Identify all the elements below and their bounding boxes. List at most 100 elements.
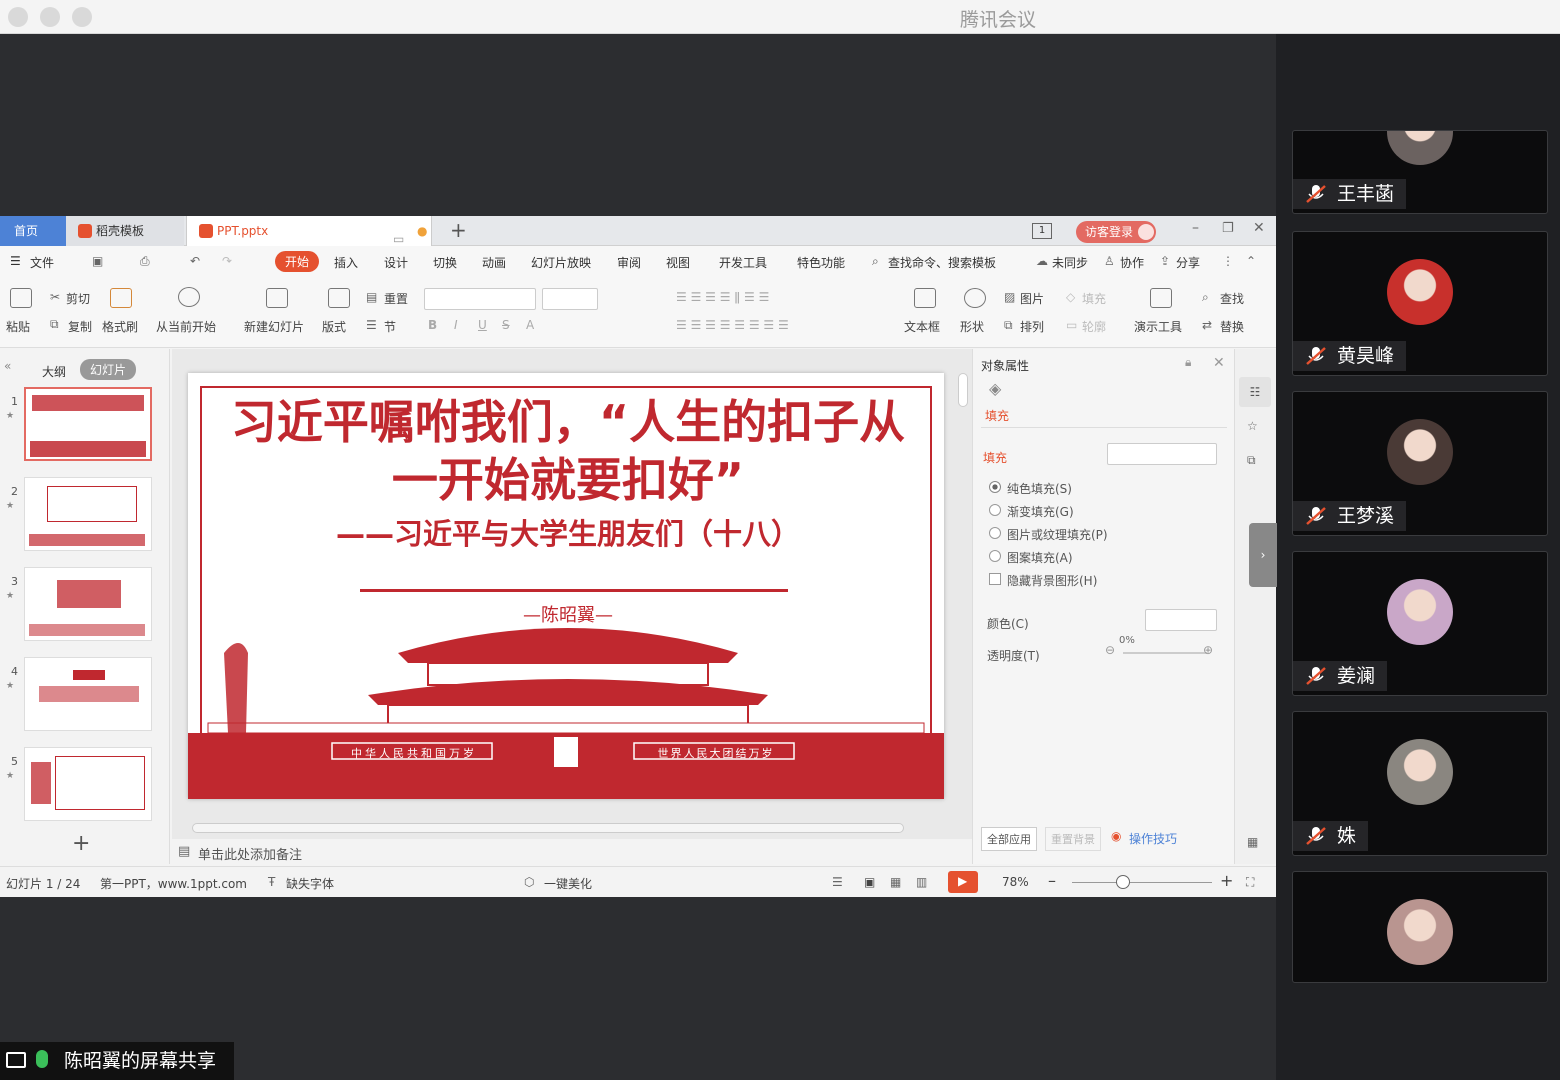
close-panel-icon[interactable]: ✕: [1213, 355, 1225, 371]
tab-outline[interactable]: 大纲: [42, 363, 66, 380]
normal-view-icon[interactable]: ▣: [864, 875, 875, 889]
zoom-in-icon[interactable]: +: [1220, 871, 1233, 890]
font-color-icon[interactable]: A: [526, 318, 534, 332]
add-slide-button[interactable]: +: [72, 831, 90, 856]
menu-design[interactable]: 设计: [384, 254, 408, 271]
collapse-ribbon-icon[interactable]: ⌃: [1246, 254, 1256, 268]
close-window-button[interactable]: [8, 7, 28, 27]
undo-icon[interactable]: ↶: [190, 254, 200, 268]
transparency-slider[interactable]: [1123, 652, 1207, 654]
tab-fill[interactable]: 填充: [985, 407, 1009, 424]
participant-tile[interactable]: 黄昊峰: [1292, 231, 1548, 376]
vertical-scrollbar[interactable]: [958, 373, 968, 407]
lock-icon[interactable]: 🔒︎: [1185, 355, 1191, 370]
guest-login-button[interactable]: 访客登录: [1076, 221, 1156, 243]
picture-button[interactable]: 图片: [1020, 290, 1044, 307]
textbox-icon[interactable]: [914, 288, 936, 308]
slide-thumb-5[interactable]: [24, 747, 152, 821]
slide-thumb-2[interactable]: [24, 477, 152, 551]
tab-ppt-file[interactable]: PPT.pptx ▭ ●: [186, 216, 432, 246]
minimize-icon[interactable]: –: [1192, 220, 1199, 236]
command-search[interactable]: 查找命令、搜索模板: [888, 254, 996, 271]
tab-slides[interactable]: 幻灯片: [80, 359, 137, 380]
section-button[interactable]: 节: [384, 318, 396, 335]
reset-button[interactable]: 重置: [384, 290, 408, 307]
slide-thumb-4[interactable]: [24, 657, 152, 731]
play-from-current-icon[interactable]: [178, 287, 200, 307]
participant-tile[interactable]: [1292, 871, 1548, 983]
tab-daoke-template[interactable]: 稻壳模板: [66, 216, 184, 246]
share-button[interactable]: 分享: [1176, 254, 1200, 271]
align-icons[interactable]: ☰ ☰ ☰ ☰ ☰ ☰ ☰ ☰: [676, 318, 789, 332]
menu-dev-tools[interactable]: 开发工具: [719, 254, 767, 271]
tab-home[interactable]: 首页: [0, 216, 66, 246]
participant-tile[interactable]: 姜澜: [1292, 551, 1548, 696]
current-slide[interactable]: 习近平嘱咐我们，“人生的扣子从一开始就要扣好” ——习近平与大学生朋友们（十八）…: [188, 373, 944, 799]
fill-type-dropdown[interactable]: [1107, 443, 1217, 465]
apply-all-button[interactable]: 全部应用: [981, 827, 1037, 851]
unsynced-status[interactable]: 未同步: [1052, 254, 1088, 271]
participant-tile[interactable]: 王丰菡: [1292, 130, 1548, 214]
notes-toggle-icon[interactable]: ☰: [832, 875, 843, 889]
paste-button[interactable]: 粘贴: [6, 318, 30, 335]
menu-switch[interactable]: 切换: [433, 254, 457, 271]
reading-view-icon[interactable]: ▥: [916, 875, 927, 889]
layout-button[interactable]: 版式: [322, 318, 346, 335]
gradient-fill-radio[interactable]: [989, 504, 1001, 516]
hide-bg-checkbox[interactable]: [989, 573, 1001, 585]
copy-button[interactable]: 复制: [68, 318, 92, 335]
transparency-increase-icon[interactable]: ⊕: [1203, 643, 1213, 657]
shape-button[interactable]: 形状: [960, 318, 984, 335]
horizontal-scrollbar[interactable]: [192, 823, 904, 833]
cut-button[interactable]: 剪切: [66, 290, 90, 307]
print-icon[interactable]: ⎙: [140, 254, 150, 269]
participant-tile[interactable]: 姝: [1292, 711, 1548, 856]
restore-icon[interactable]: ❐: [1222, 221, 1234, 236]
slide-thumb-1[interactable]: [24, 387, 152, 461]
textbox-button[interactable]: 文本框: [904, 318, 940, 335]
color-picker[interactable]: [1145, 609, 1217, 631]
grid-icon[interactable]: ▦: [1247, 835, 1258, 849]
tips-link[interactable]: 操作技巧: [1129, 830, 1177, 847]
transparency-decrease-icon[interactable]: ⊖: [1105, 643, 1115, 657]
solid-fill-radio[interactable]: [989, 481, 1001, 493]
format-painter-icon[interactable]: [110, 288, 132, 308]
bold-icon[interactable]: B: [428, 318, 437, 332]
find-button[interactable]: 查找: [1220, 290, 1244, 307]
picture-fill-radio[interactable]: [989, 527, 1001, 539]
zoom-out-icon[interactable]: –: [1048, 871, 1056, 890]
format-painter-button[interactable]: 格式刷: [102, 318, 138, 335]
fit-window-icon[interactable]: ⛶: [1246, 875, 1254, 890]
new-slide-button[interactable]: 新建幻灯片: [244, 318, 304, 335]
animation-icon[interactable]: ☆: [1247, 419, 1258, 433]
menu-insert[interactable]: 插入: [334, 254, 358, 271]
collab-button[interactable]: 协作: [1120, 254, 1144, 271]
menu-file[interactable]: 文件: [30, 254, 54, 271]
zoom-level[interactable]: 78%: [1002, 875, 1029, 889]
font-size-select[interactable]: [542, 288, 598, 310]
paste-icon[interactable]: [10, 288, 32, 308]
menu-special[interactable]: 特色功能: [797, 254, 845, 271]
more-icon[interactable]: ⋮: [1222, 254, 1234, 268]
minimize-window-button[interactable]: [40, 7, 60, 27]
underline-icon[interactable]: U: [478, 318, 487, 332]
present-tool-button[interactable]: 演示工具: [1134, 318, 1182, 335]
close-icon[interactable]: ✕: [1253, 220, 1265, 236]
properties-icon[interactable]: ☷: [1239, 377, 1271, 407]
properties-header[interactable]: 对象属性: [981, 357, 1029, 374]
redo-icon[interactable]: ↷: [222, 254, 232, 268]
shape-icon[interactable]: [964, 288, 986, 308]
menu-start[interactable]: 开始: [275, 251, 320, 272]
save-icon[interactable]: ▣: [92, 254, 103, 268]
maximize-window-button[interactable]: [72, 7, 92, 27]
font-name-select[interactable]: [424, 288, 536, 310]
collapse-pane-icon[interactable]: «: [4, 359, 11, 373]
menu-view[interactable]: 视图: [666, 254, 690, 271]
slide-subtitle[interactable]: ——习近平与大学生朋友们（十八）: [228, 511, 908, 553]
slide-title[interactable]: 习近平嘱咐我们，“人生的扣子从一开始就要扣好”: [228, 393, 908, 509]
fill-bucket-icon[interactable]: ◈: [989, 379, 1001, 398]
from-current-button[interactable]: 从当前开始: [156, 318, 216, 335]
new-tab-icon[interactable]: +: [450, 218, 467, 242]
pattern-fill-radio[interactable]: [989, 550, 1001, 562]
strike-icon[interactable]: S: [502, 318, 510, 332]
